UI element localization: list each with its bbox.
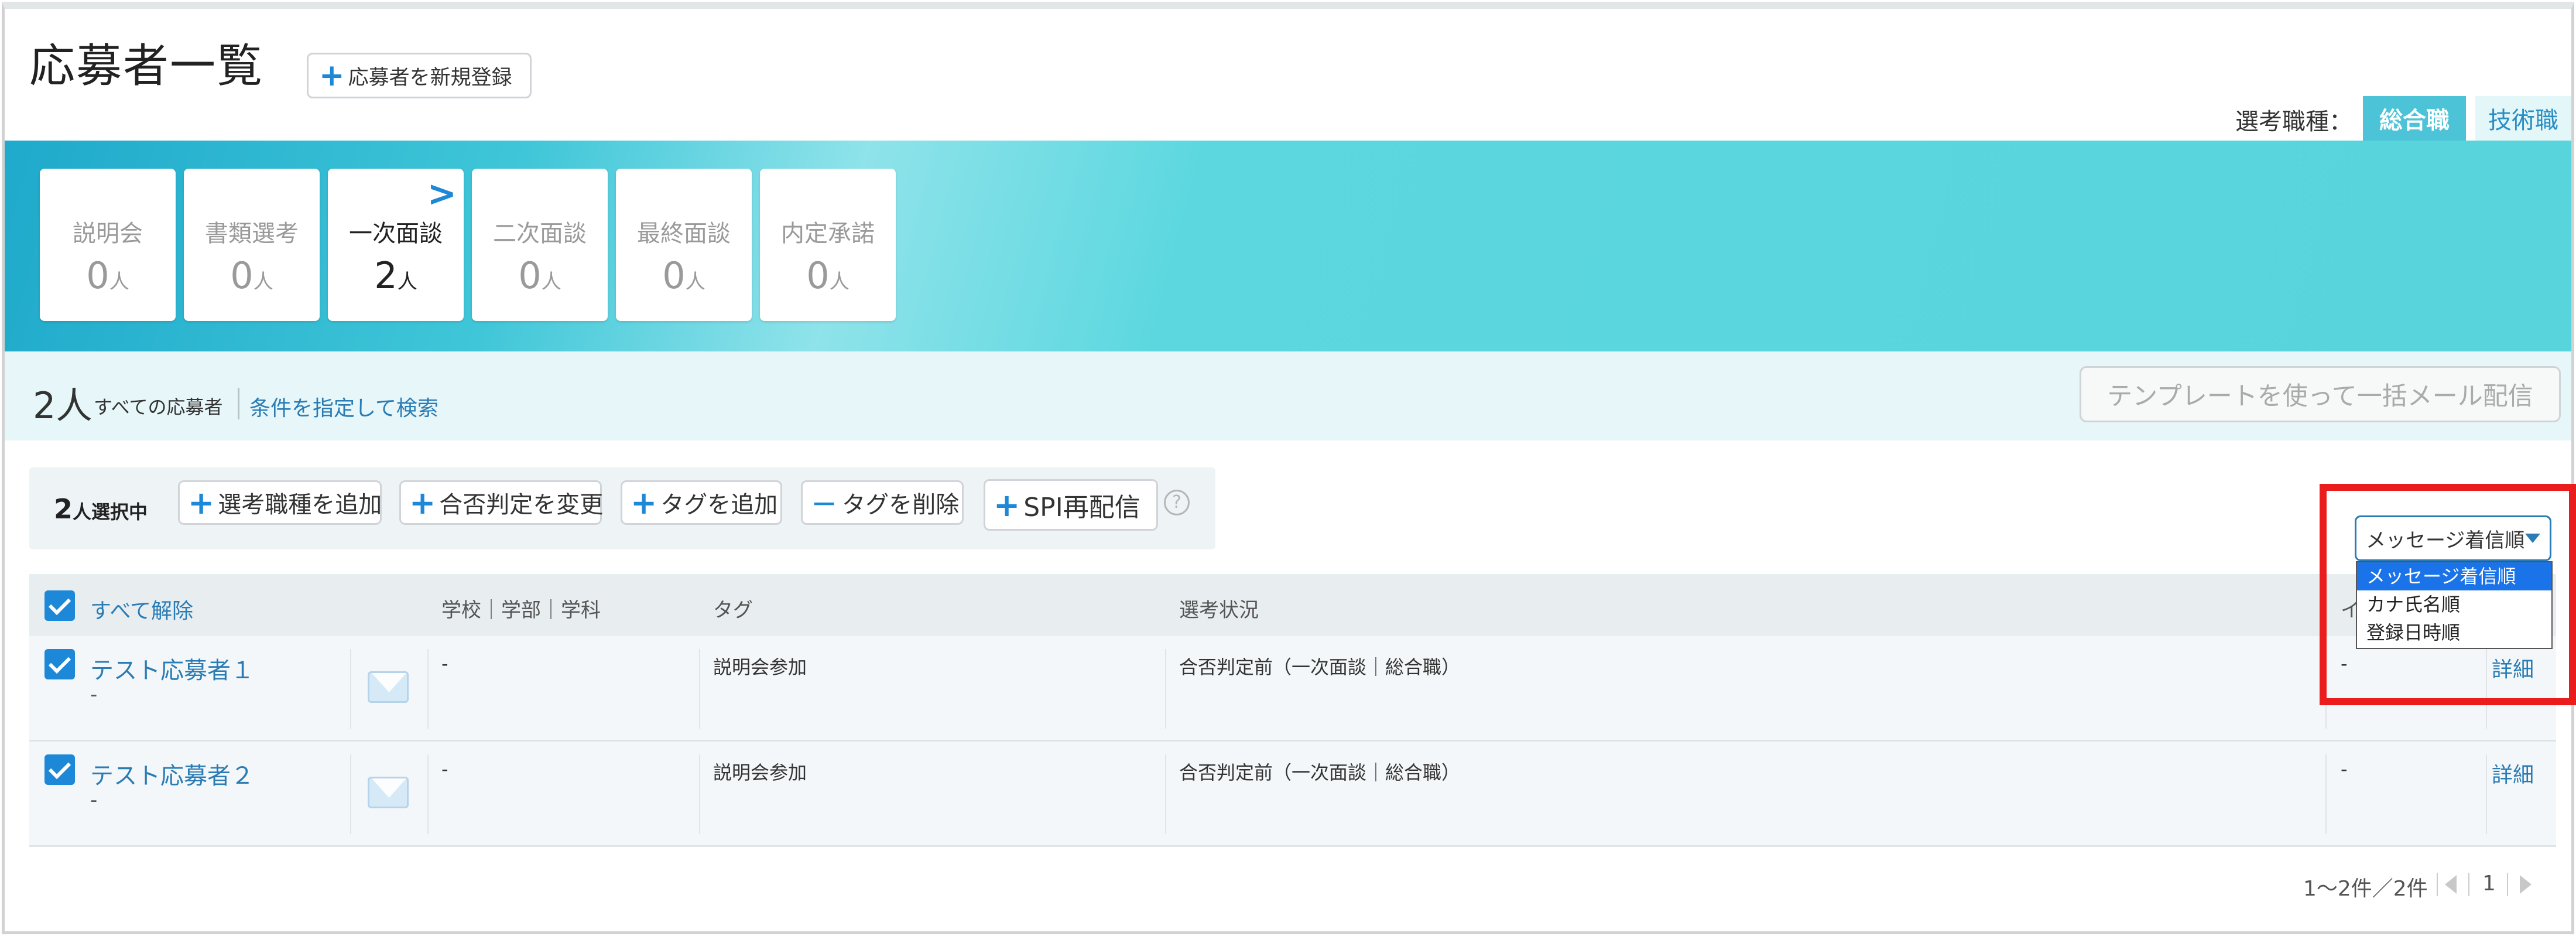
plus-icon: + (631, 484, 657, 521)
highlight-annotation-box (2320, 484, 2576, 705)
divider (350, 754, 351, 834)
stage-label: 一次面談 (349, 220, 443, 247)
stage-count: 0人 (518, 254, 561, 297)
stage-label: 内定承諾 (781, 220, 875, 247)
tag-cell: 説明会参加 (713, 761, 807, 784)
divider (238, 388, 239, 419)
divider (699, 649, 700, 729)
spi-resend-button[interactable]: + SPI再配信 (984, 479, 1158, 531)
school-cell: - (441, 758, 448, 780)
column-status: 選考状況 (1179, 599, 1259, 622)
mail-icon[interactable] (368, 671, 409, 703)
stage-card-naitei[interactable]: 内定承諾 0人 (760, 169, 896, 321)
school-cell: - (441, 653, 448, 675)
divider (2468, 873, 2469, 896)
change-result-button[interactable]: + 合否判定を変更 (399, 480, 603, 525)
applicant-total: 2人 (33, 384, 93, 427)
detail-link[interactable]: 詳細 (2492, 758, 2534, 788)
jobtype-label: 選考職種： (2235, 108, 2352, 135)
divider (427, 754, 429, 834)
plus-icon: + (994, 486, 1020, 524)
stage-card-ichiji[interactable]: > 一次面談 2人 (328, 169, 464, 321)
divider (2486, 754, 2487, 834)
minus-icon: − (811, 484, 838, 521)
tab-sogoshoku[interactable]: 総合職 (2363, 96, 2466, 141)
row-checkbox[interactable] (44, 754, 75, 785)
column-school: 学校｜学部｜学科 (441, 599, 601, 622)
prev-page-icon[interactable] (2445, 875, 2457, 894)
stage-card-saishu[interactable]: 最終面談 0人 (616, 169, 752, 321)
stage-label: 最終面談 (637, 220, 731, 247)
extra-cell: - (2341, 758, 2348, 780)
add-jobtype-button[interactable]: + 選考職種を追加 (178, 480, 382, 525)
all-applicants-label: すべての応募者 (94, 396, 223, 418)
add-tag-button[interactable]: + タグを追加 (621, 480, 782, 525)
current-page[interactable]: 1 (2482, 872, 2496, 896)
register-applicant-button[interactable]: + 応募者を新規登録 (307, 53, 532, 98)
page-title: 応募者一覧 (29, 40, 264, 93)
tab-gijutsushoku[interactable]: 技術職 (2475, 96, 2571, 141)
stage-card-niji[interactable]: 二次面談 0人 (472, 169, 608, 321)
next-page-icon[interactable] (2520, 875, 2532, 894)
applicant-sub: - (90, 683, 98, 706)
mail-icon[interactable] (368, 777, 409, 808)
plus-icon: + (409, 484, 436, 521)
applicant-sub: - (90, 788, 98, 812)
table-row: テスト応募者１ - - 説明会参加 合否判定前（一次面談｜総合職） - 詳細 (29, 636, 2556, 742)
stage-banner: 説明会 0人 書類選考 0人 > 一次面談 2人 二次面談 0人 最終面談 0人… (5, 141, 2571, 351)
status-cell: 合否判定前（一次面談｜総合職） (1179, 761, 1461, 784)
divider (2437, 873, 2438, 896)
bulk-mail-template-button[interactable]: テンプレートを使って一括メール配信 (2080, 366, 2561, 422)
stage-count: 0人 (662, 254, 705, 297)
stage-label: 二次面談 (493, 220, 587, 247)
help-icon[interactable]: ? (1164, 490, 1190, 515)
bulk-action-bar: 2人選択中 + 選考職種を追加 + 合否判定を変更 + タグを追加 − タグを削除 + S… (29, 467, 1215, 549)
selected-count: 2人選択中 (54, 493, 148, 525)
stage-label: 書類選考 (205, 220, 299, 247)
plus-icon: + (319, 58, 345, 93)
column-tag: タグ (713, 599, 753, 622)
divider (350, 649, 351, 729)
table-header: すべて解除 学校｜学部｜学科 タグ 選考状況 イ (29, 574, 2556, 636)
pagination-range: 1〜2件／2件 (2303, 877, 2428, 901)
plus-icon: + (188, 484, 215, 521)
stage-count: 0人 (806, 254, 849, 297)
tag-cell: 説明会参加 (713, 656, 807, 678)
stage-card-setsumeikai[interactable]: 説明会 0人 (40, 169, 176, 321)
remove-tag-button[interactable]: − タグを削除 (801, 480, 964, 525)
chevron-right-icon: > (427, 173, 457, 214)
divider (427, 649, 429, 729)
register-applicant-label: 応募者を新規登録 (348, 66, 512, 90)
divider (1165, 754, 1166, 834)
summary-bar: 2人 すべての応募者 条件を指定して検索 テンプレートを使って一括メール配信 (5, 351, 2571, 440)
status-cell: 合否判定前（一次面談｜総合職） (1179, 656, 1461, 678)
table-row: テスト応募者２ - - 説明会参加 合否判定前（一次面談｜総合職） - 詳細 (29, 742, 2556, 847)
divider (699, 754, 700, 834)
stage-card-shorui[interactable]: 書類選考 0人 (184, 169, 320, 321)
divider (2507, 873, 2508, 896)
divider (2325, 754, 2327, 834)
search-condition-link[interactable]: 条件を指定して検索 (249, 391, 439, 422)
applicant-name-link[interactable]: テスト応募者１ (90, 651, 254, 685)
divider (1165, 649, 1166, 729)
deselect-all-label[interactable]: すべて解除 (90, 594, 193, 624)
stage-count: 2人 (374, 254, 417, 297)
stage-label: 説明会 (73, 220, 143, 247)
stage-count: 0人 (230, 254, 273, 297)
select-all-checkbox[interactable] (44, 590, 75, 621)
stage-count: 0人 (86, 254, 129, 297)
applicant-name-link[interactable]: テスト応募者２ (90, 757, 254, 791)
row-checkbox[interactable] (44, 649, 75, 679)
